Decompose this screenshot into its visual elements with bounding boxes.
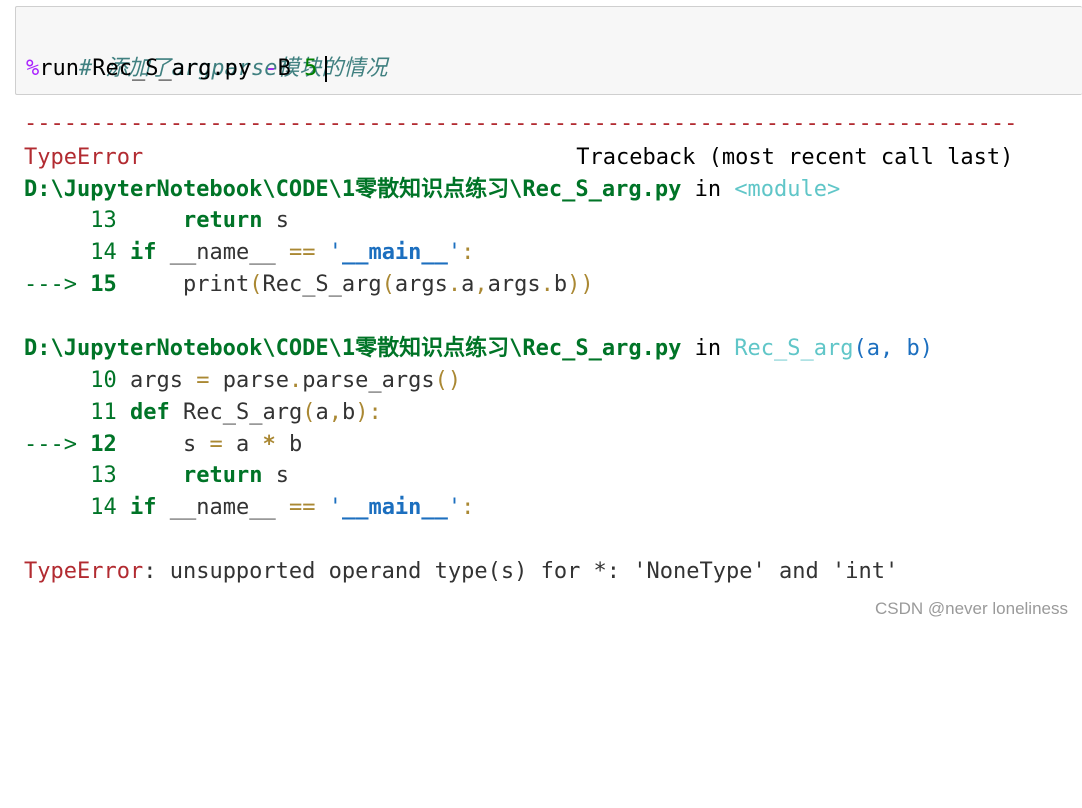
frame-header: D:\JupyterNotebook\CODE\1零散知识点练习\Rec_S_a…: [24, 174, 840, 206]
traceback-line: 10 args = parse.parse_args(): [24, 365, 461, 397]
magic-percent: %: [26, 56, 40, 81]
code-cell-input[interactable]: # 添加了argparse模块的情况 %run Rec_S_arg.py -B …: [15, 6, 1082, 95]
error-type: TypeError: [24, 145, 144, 170]
line-number: 14: [90, 240, 117, 265]
line-number: 14: [90, 495, 117, 520]
line-arrow: --->: [24, 432, 91, 457]
traceback-separator: ----------------------------------------…: [24, 111, 1018, 136]
flag-name: B: [277, 56, 305, 81]
line-prefix: [24, 463, 90, 488]
frame-path: D:\JupyterNotebook\CODE\1零散知识点练习\Rec_S_a…: [24, 177, 682, 202]
traceback-line: 13 return s: [24, 205, 289, 237]
watermark: CSDN @never loneliness: [874, 599, 1068, 618]
traceback-line-current: ---> 12 s = a * b: [24, 432, 303, 457]
frame-location: Rec_S_arg: [734, 336, 854, 361]
final-error-type: TypeError: [24, 559, 144, 584]
line-prefix: [24, 368, 90, 393]
cell-output: ----------------------------------------…: [24, 108, 1064, 808]
run-command: run Rec_S_arg.py: [39, 56, 265, 81]
traceback-line: 13 return s: [24, 460, 289, 492]
line-number: 12: [90, 432, 117, 457]
line-arrow: --->: [24, 272, 91, 297]
traceback-line: 14 if __name__ == '__main__':: [24, 237, 474, 269]
line-prefix: [24, 240, 90, 265]
code-command-line[interactable]: %run Rec_S_arg.py -B 5: [26, 53, 328, 85]
line-prefix: [24, 208, 90, 233]
line-number: 13: [90, 463, 117, 488]
line-prefix: [24, 495, 90, 520]
text-cursor: [325, 56, 328, 82]
traceback-header: Traceback (most recent call last): [576, 145, 1014, 170]
line-number: 10: [90, 368, 117, 393]
final-error-message: : unsupported operand type(s) for *: 'No…: [143, 559, 899, 584]
frame-location-args: (a, b): [853, 336, 934, 361]
traceback-line: 11 def Rec_S_arg(a,b):: [24, 397, 381, 429]
frame-path: D:\JupyterNotebook\CODE\1零散知识点练习\Rec_S_a…: [24, 336, 682, 361]
traceback-line: 14 if __name__ == '__main__':: [24, 492, 474, 524]
frame-header: D:\JupyterNotebook\CODE\1零散知识点练习\Rec_S_a…: [24, 333, 933, 365]
traceback-line-current: ---> 15 print(Rec_S_arg(args.a,args.b)): [24, 272, 594, 297]
frame-location: <module>: [734, 177, 841, 202]
flag-value: 5: [304, 56, 318, 81]
traceback-header-row: TypeError Traceback (most recent call las…: [24, 142, 1013, 174]
final-error-row: TypeError: unsupported operand type(s) f…: [24, 556, 898, 588]
frame-in-word: in: [681, 336, 735, 361]
line-number: 11: [90, 400, 117, 425]
line-number: 15: [90, 272, 117, 297]
frame-in-word: in: [681, 177, 735, 202]
flag-dash: -: [264, 56, 278, 81]
line-number: 13: [90, 208, 117, 233]
line-prefix: [24, 400, 90, 425]
